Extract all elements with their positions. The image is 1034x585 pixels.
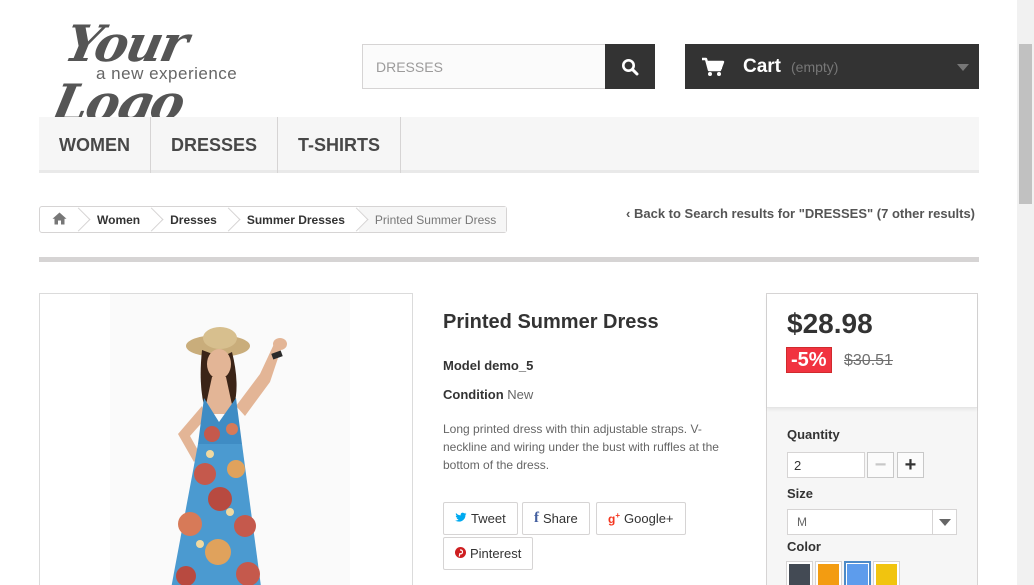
page-scrollbar[interactable] [1017, 0, 1034, 585]
tweet-label: Tweet [471, 511, 506, 526]
chevron-left-icon: ‹ [626, 206, 631, 221]
breadcrumb-home[interactable] [40, 207, 81, 232]
size-select[interactable]: M [787, 509, 957, 535]
breadcrumb-current-label: Printed Summer Dress [374, 212, 497, 227]
color-swatch[interactable] [786, 561, 813, 585]
size-label: Size [787, 486, 814, 501]
buy-box: $28.98 -5% $30.51 Quantity − + Size M Co… [766, 293, 978, 585]
google-plus-button[interactable]: g+ Google+ [596, 502, 686, 535]
breadcrumb-item-dresses[interactable]: Dresses [154, 207, 231, 232]
color-swatch-fill [847, 564, 868, 585]
facebook-icon: f [534, 510, 539, 526]
color-label: Color [787, 539, 821, 554]
breadcrumb: Women Dresses Summer Dresses Printed Sum… [39, 206, 508, 233]
breadcrumb-label: Dresses [170, 212, 217, 227]
facebook-share-label: Share [543, 511, 578, 526]
pinterest-icon [455, 546, 466, 561]
product-model: Model demo_5 [443, 358, 533, 373]
discount-badge: -5% [786, 347, 832, 373]
product-title: Printed Summer Dress [443, 311, 659, 333]
shopping-cart-icon [702, 57, 725, 76]
cart-label: Cart [743, 55, 782, 77]
product-image[interactable] [39, 293, 413, 585]
product-page: Your Logo a new experience Cart (empty) … [0, 0, 1034, 585]
price-area: $28.98 -5% $30.51 [767, 294, 977, 408]
search-button[interactable] [605, 44, 655, 89]
breadcrumb-label: Women [97, 212, 141, 227]
color-swatch-fill [789, 564, 810, 585]
pinterest-label: Pinterest [470, 546, 522, 561]
color-swatch[interactable] [873, 561, 900, 585]
size-value: M [797, 515, 807, 529]
product-description: Long printed dress with thin adjustable … [443, 422, 719, 472]
quantity-input[interactable] [787, 452, 865, 478]
site-logo[interactable]: Your Logo a new experience [47, 14, 300, 132]
quantity-decrease-button[interactable]: − [867, 452, 894, 478]
main-nav: WOMEN DRESSES T-SHIRTS [39, 117, 979, 173]
color-swatch-fill [876, 564, 897, 585]
back-to-search-label: Back to Search results for "DRESSES" (7 … [633, 206, 976, 221]
product-condition: Condition New [443, 387, 533, 402]
search-icon [622, 58, 639, 75]
minus-icon: − [874, 453, 887, 476]
nav-item-women[interactable]: WOMEN [39, 117, 151, 173]
quantity-increase-button[interactable]: + [897, 452, 924, 478]
facebook-share-button[interactable]: f Share [522, 502, 590, 535]
section-divider [39, 257, 979, 262]
color-swatch[interactable] [815, 561, 842, 585]
tweet-button[interactable]: Tweet [443, 502, 518, 535]
twitter-icon [455, 511, 467, 526]
condition-value: New [507, 387, 534, 402]
dress-photo [110, 294, 350, 585]
nav-item-dresses[interactable]: DRESSES [151, 117, 279, 173]
plus-icon: + [904, 453, 917, 476]
breadcrumb-label: Summer Dresses [246, 212, 345, 227]
pinterest-button[interactable]: Pinterest [443, 537, 534, 570]
nav-item-tshirts[interactable]: T-SHIRTS [278, 117, 402, 173]
old-price: $30.51 [844, 352, 893, 369]
breadcrumb-current: Printed Summer Dress [358, 207, 507, 232]
cart-status: (empty) [791, 58, 839, 75]
search-bar [362, 44, 655, 89]
back-to-search-link[interactable]: ‹ Back to Search results for "DRESSES" (… [626, 206, 975, 221]
quantity-label: Quantity [787, 427, 840, 442]
color-swatch[interactable] [844, 561, 871, 585]
condition-label: Condition [443, 387, 504, 402]
model-label: Model [443, 358, 481, 373]
home-icon [52, 212, 67, 228]
chevron-down-icon [957, 64, 969, 71]
cart-button[interactable]: Cart (empty) [685, 44, 979, 89]
search-input[interactable] [362, 44, 605, 89]
breadcrumb-item-women[interactable]: Women [81, 207, 154, 232]
google-plus-label: Google+ [624, 511, 674, 526]
logo-tagline: a new experience [96, 64, 238, 83]
chevron-down-icon [932, 510, 956, 534]
google-plus-icon: g+ [608, 511, 621, 526]
color-swatch-fill [818, 564, 839, 585]
scrollbar-thumb[interactable] [1019, 44, 1032, 204]
model-value: demo_5 [484, 358, 534, 373]
current-price: $28.98 [787, 308, 873, 339]
breadcrumb-item-summer-dresses[interactable]: Summer Dresses [231, 207, 359, 232]
